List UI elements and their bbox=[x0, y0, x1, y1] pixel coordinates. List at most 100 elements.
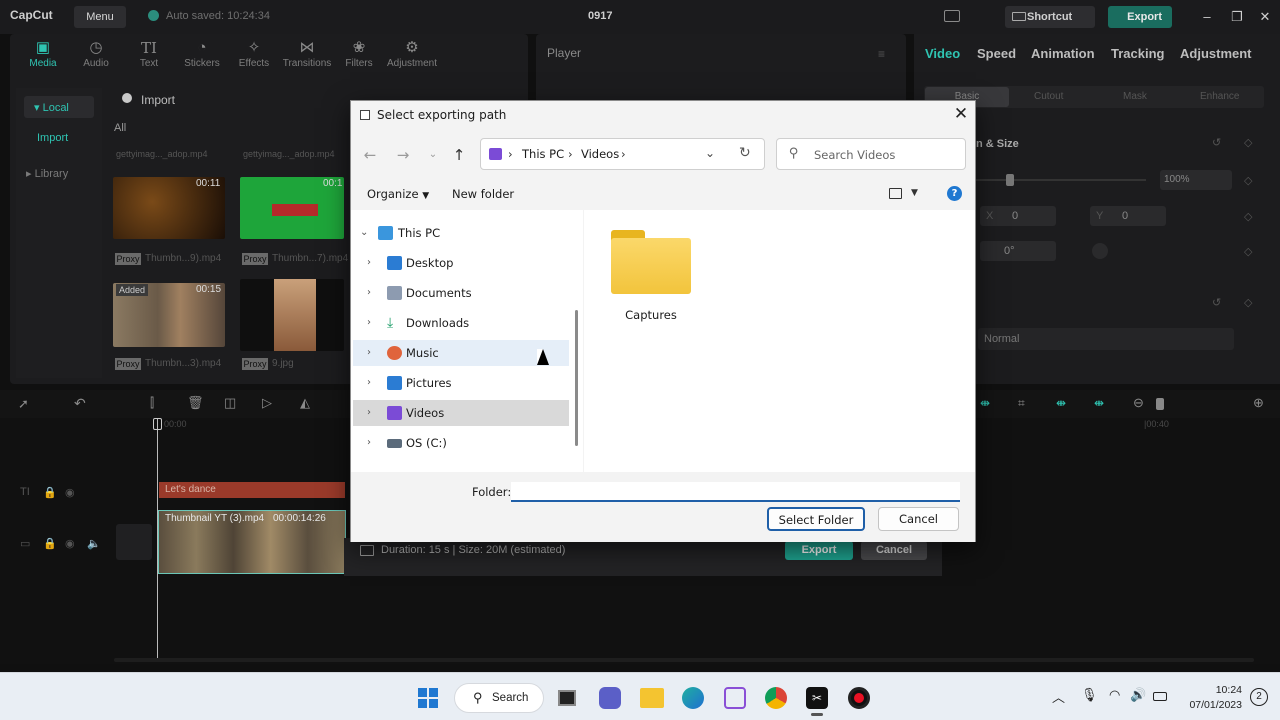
zoom-in-icon[interactable]: ⊕ bbox=[1253, 395, 1264, 411]
back-icon[interactable]: ← bbox=[361, 146, 379, 164]
video-clip[interactable]: Thumbnail YT (3).mp4 00:00:14:26 bbox=[158, 510, 346, 574]
collapse-chevron-icon[interactable]: › bbox=[367, 250, 371, 276]
wifi-icon[interactable]: ◠ bbox=[1109, 687, 1120, 703]
tool-stickers[interactable]: ◔ Stickers bbox=[174, 38, 230, 69]
tree-item-videos[interactable]: › Videos bbox=[353, 400, 569, 426]
expand-chevron-icon[interactable]: ⌄ bbox=[360, 220, 368, 246]
microphone-icon[interactable]: 🎙 bbox=[1081, 687, 1098, 703]
explorer-icon[interactable] bbox=[640, 688, 664, 708]
show-hidden-icons-icon[interactable]: ︿ bbox=[1052, 687, 1065, 706]
collapse-chevron-icon[interactable]: › bbox=[367, 370, 371, 396]
all-tab[interactable]: All bbox=[114, 122, 126, 134]
text-clip[interactable]: Let's dance bbox=[159, 482, 345, 498]
tool-effects[interactable]: ✧ Effects bbox=[226, 38, 282, 69]
breadcrumb-this-pc[interactable]: This PC bbox=[522, 147, 564, 161]
dialog-close-icon[interactable]: ✕ bbox=[951, 104, 971, 124]
collapse-chevron-icon[interactable]: › bbox=[367, 280, 371, 306]
tree-item-pictures[interactable]: › Pictures bbox=[353, 370, 569, 396]
eye-icon[interactable]: ◉ bbox=[65, 486, 75, 499]
scale-field[interactable]: 100% bbox=[1160, 170, 1232, 190]
snipping-icon[interactable] bbox=[724, 687, 746, 709]
tool-media[interactable]: ▣ Media bbox=[15, 38, 71, 69]
mirror-icon[interactable]: ◭ bbox=[300, 395, 310, 411]
tree-item-downloads[interactable]: › ⤓ Downloads bbox=[353, 310, 569, 336]
magnet-icon[interactable]: ⇼ bbox=[1094, 396, 1104, 410]
zoom-slider-handle[interactable] bbox=[1156, 398, 1164, 410]
media-thumb[interactable] bbox=[240, 279, 344, 351]
tab-tracking[interactable]: Tracking bbox=[1111, 46, 1164, 61]
organize-button[interactable]: Organize ▼ bbox=[367, 187, 429, 201]
menu-button[interactable]: Menu bbox=[74, 6, 126, 28]
recent-locations-icon[interactable]: ⌄ bbox=[424, 149, 442, 160]
export-button[interactable]: Export bbox=[785, 541, 853, 560]
battery-icon[interactable] bbox=[1153, 692, 1167, 701]
collapse-chevron-icon[interactable]: › bbox=[367, 310, 371, 336]
layout-icon[interactable] bbox=[944, 10, 960, 22]
keyframe-icon[interactable]: ◇ bbox=[1244, 245, 1252, 258]
select-tool-icon[interactable]: ➚ bbox=[18, 396, 29, 412]
tool-transitions[interactable]: ⋈ Transitions bbox=[279, 38, 335, 69]
tool-audio[interactable]: ◷ Audio bbox=[68, 38, 124, 69]
view-icon[interactable] bbox=[889, 188, 902, 199]
scale-slider-handle[interactable] bbox=[1006, 174, 1014, 186]
subtab-enhance[interactable]: Enhance bbox=[1200, 91, 1239, 102]
lock-icon[interactable]: 🔒 bbox=[43, 537, 57, 550]
address-dropdown-icon[interactable]: ⌄ bbox=[705, 146, 715, 160]
taskbar-search[interactable]: ⚲ Search bbox=[454, 683, 544, 713]
select-folder-button[interactable]: Select Folder bbox=[767, 507, 865, 531]
edge-icon[interactable] bbox=[682, 687, 704, 709]
tree-item-os-c[interactable]: › OS (C:) bbox=[353, 430, 569, 456]
reset-icon[interactable]: ↺ bbox=[1212, 136, 1221, 149]
eye-icon[interactable]: ◉ bbox=[65, 537, 75, 550]
start-icon[interactable] bbox=[418, 688, 438, 708]
undo-icon[interactable]: ↶ bbox=[74, 395, 86, 412]
close-window-icon[interactable]: ✕ bbox=[1257, 9, 1273, 25]
zoom-out-icon[interactable]: ⊖ bbox=[1133, 395, 1144, 411]
nav-library[interactable]: ▸ Library bbox=[26, 167, 68, 180]
flip-icon[interactable] bbox=[1092, 243, 1108, 259]
collapse-chevron-icon[interactable]: › bbox=[367, 340, 371, 366]
new-folder-button[interactable]: New folder bbox=[452, 187, 514, 201]
collapse-chevron-icon[interactable]: › bbox=[367, 430, 371, 456]
subtab-mask[interactable]: Mask bbox=[1123, 91, 1147, 102]
link-icon[interactable]: ⌗ bbox=[1018, 396, 1025, 411]
tab-animation[interactable]: Animation bbox=[1031, 46, 1095, 61]
address-bar[interactable]: › This PC › Videos › ⌄ ↻ bbox=[480, 138, 765, 170]
scale-slider[interactable] bbox=[976, 179, 1146, 181]
split-icon[interactable]: ⫿ bbox=[150, 395, 154, 411]
restore-icon[interactable]: ❐ bbox=[1229, 9, 1245, 25]
crop-icon[interactable]: ◫ bbox=[224, 395, 236, 411]
minimize-icon[interactable]: – bbox=[1199, 9, 1215, 25]
search-box[interactable]: ⚲ Search Videos bbox=[776, 138, 966, 170]
tool-text[interactable]: TI Text bbox=[121, 38, 177, 69]
notification-badge[interactable]: 2 bbox=[1250, 688, 1268, 706]
help-icon[interactable]: ? bbox=[947, 186, 962, 201]
capcut-icon[interactable]: ✂ bbox=[806, 687, 828, 709]
folder-item-captures[interactable]: Captures bbox=[606, 226, 696, 326]
keyframe-icon[interactable]: ◇ bbox=[1244, 296, 1252, 309]
import-button[interactable]: Import bbox=[141, 93, 175, 107]
cover-button[interactable] bbox=[116, 524, 152, 560]
tab-adjustment[interactable]: Adjustment bbox=[1180, 46, 1252, 61]
breadcrumb-videos[interactable]: Videos bbox=[581, 147, 619, 161]
reset-icon[interactable]: ↺ bbox=[1212, 296, 1221, 309]
play-icon[interactable]: ▷ bbox=[262, 395, 272, 411]
nav-import[interactable]: Import bbox=[37, 132, 68, 144]
volume-icon[interactable]: 🔊 bbox=[1130, 687, 1146, 703]
refresh-icon[interactable]: ↻ bbox=[739, 145, 751, 161]
tool-filters[interactable]: ❀ Filters bbox=[331, 38, 387, 69]
clock-time[interactable]: 10:24 bbox=[1182, 684, 1242, 696]
delete-icon[interactable]: 🗑 bbox=[187, 395, 204, 411]
folder-input[interactable] bbox=[511, 482, 960, 502]
teams-icon[interactable] bbox=[599, 687, 621, 709]
tree-item-documents[interactable]: › Documents bbox=[353, 280, 569, 306]
keyframe-icon[interactable]: ◇ bbox=[1244, 136, 1252, 149]
nav-scrollbar[interactable] bbox=[575, 310, 578, 446]
record-icon[interactable] bbox=[848, 687, 870, 709]
blend-select[interactable]: Normal bbox=[978, 328, 1234, 350]
dialog-cancel-button[interactable]: Cancel bbox=[878, 507, 959, 531]
collapse-chevron-icon[interactable]: › bbox=[367, 400, 371, 426]
keyframe-icon[interactable]: ◇ bbox=[1244, 174, 1252, 187]
timeline-scrollbar[interactable] bbox=[114, 658, 1254, 662]
chrome-icon[interactable] bbox=[765, 687, 787, 709]
